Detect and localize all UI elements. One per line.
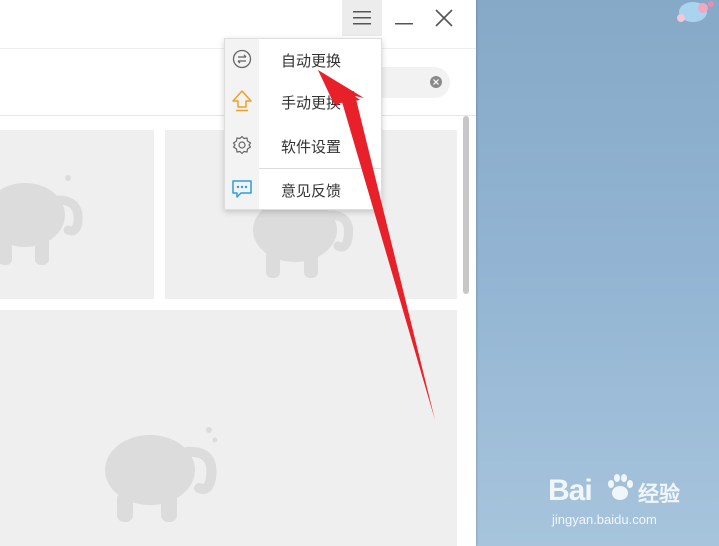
switch-icon bbox=[230, 47, 254, 71]
gear-icon bbox=[230, 133, 254, 157]
dropdown-menu: 自动更换 手动更换 软件设置 意见反馈 bbox=[224, 38, 382, 210]
watermark-brand-suffix: 经验 bbox=[638, 483, 680, 506]
feedback-chat-icon bbox=[230, 177, 254, 201]
menu-item-software-settings[interactable]: 软件设置 bbox=[225, 125, 381, 167]
watermark-brand: Bai bbox=[548, 474, 593, 507]
scrollbar[interactable] bbox=[463, 116, 469, 294]
menu-item-label: 手动更换 bbox=[281, 95, 342, 112]
minimize-button[interactable] bbox=[384, 0, 424, 36]
menu-item-label: 软件设置 bbox=[281, 139, 342, 156]
close-icon bbox=[435, 9, 453, 27]
hamburger-menu-icon bbox=[353, 11, 371, 25]
menu-button[interactable] bbox=[342, 0, 382, 36]
paw-icon bbox=[608, 474, 633, 500]
baidu-watermark: Bai 经验 jingyan.baidu.com bbox=[548, 464, 713, 534]
watermark-url: jingyan.baidu.com bbox=[552, 512, 657, 527]
close-button[interactable] bbox=[424, 0, 464, 36]
menu-item-label: 意见反馈 bbox=[281, 183, 342, 200]
elephant-placeholder-icon bbox=[105, 427, 218, 522]
wallpaper-thumbnail[interactable] bbox=[0, 310, 457, 546]
menu-item-auto-change[interactable]: 自动更换 bbox=[225, 39, 381, 81]
menu-item-feedback[interactable]: 意见反馈 bbox=[225, 169, 381, 211]
menu-item-label: 自动更换 bbox=[281, 53, 342, 70]
elephant-placeholder-icon bbox=[0, 175, 83, 265]
menu-item-manual-change[interactable]: 手动更换 bbox=[225, 81, 381, 123]
minimize-icon bbox=[395, 23, 413, 25]
wallpaper-thumbnail[interactable] bbox=[0, 130, 154, 299]
clear-circle-icon[interactable] bbox=[430, 76, 442, 88]
desktop-decoration-icon bbox=[677, 1, 714, 22]
upload-arrow-icon bbox=[230, 89, 254, 113]
